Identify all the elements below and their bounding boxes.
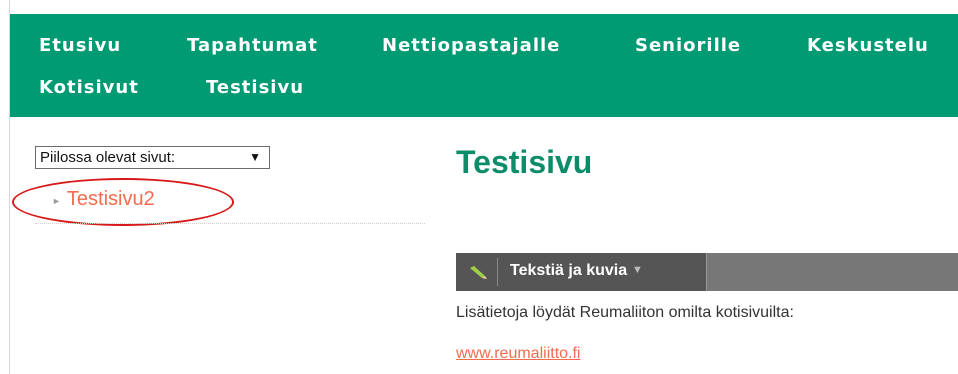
tab-divider [497, 258, 498, 286]
toolbar-divider [706, 253, 707, 291]
hidden-pages-select[interactable]: Piilossa olevat sivut: ▼ [35, 146, 270, 169]
dropdown-arrow-icon: ▼ [249, 150, 261, 164]
hidden-pages-select-value: Piilossa olevat sivut: [40, 149, 176, 166]
nav-item-kotisivut[interactable]: Kotisivut [39, 77, 139, 98]
main-navigation: Etusivu Tapahtumat Nettiopastajalle Seni… [10, 14, 958, 117]
reumaliitto-link[interactable]: www.reumaliitto.fi [456, 345, 580, 363]
pencil-icon [470, 266, 487, 279]
content-block-toolbar: Tekstiä ja kuvia ▼ [456, 253, 958, 291]
highlight-oval-annotation [12, 178, 234, 226]
sidebar-divider [35, 223, 425, 224]
content-block-label: Tekstiä ja kuvia [510, 262, 628, 279]
nav-item-keskustelu[interactable]: Keskustelu [807, 35, 929, 56]
info-text: Lisätietoja löydät Reumaliiton omilta ko… [456, 304, 794, 321]
nav-item-nettiopastajalle[interactable]: Nettiopastajalle [382, 35, 560, 56]
page-title: Testisivu [456, 144, 593, 180]
chevron-down-icon[interactable]: ▼ [632, 264, 643, 276]
nav-item-seniorille[interactable]: Seniorille [635, 35, 741, 56]
nav-item-etusivu[interactable]: Etusivu [39, 35, 121, 56]
nav-item-testisivu[interactable]: Testisivu [206, 77, 304, 98]
nav-item-tapahtumat[interactable]: Tapahtumat [187, 35, 318, 56]
content-block-tab[interactable]: Tekstiä ja kuvia ▼ [456, 253, 706, 291]
